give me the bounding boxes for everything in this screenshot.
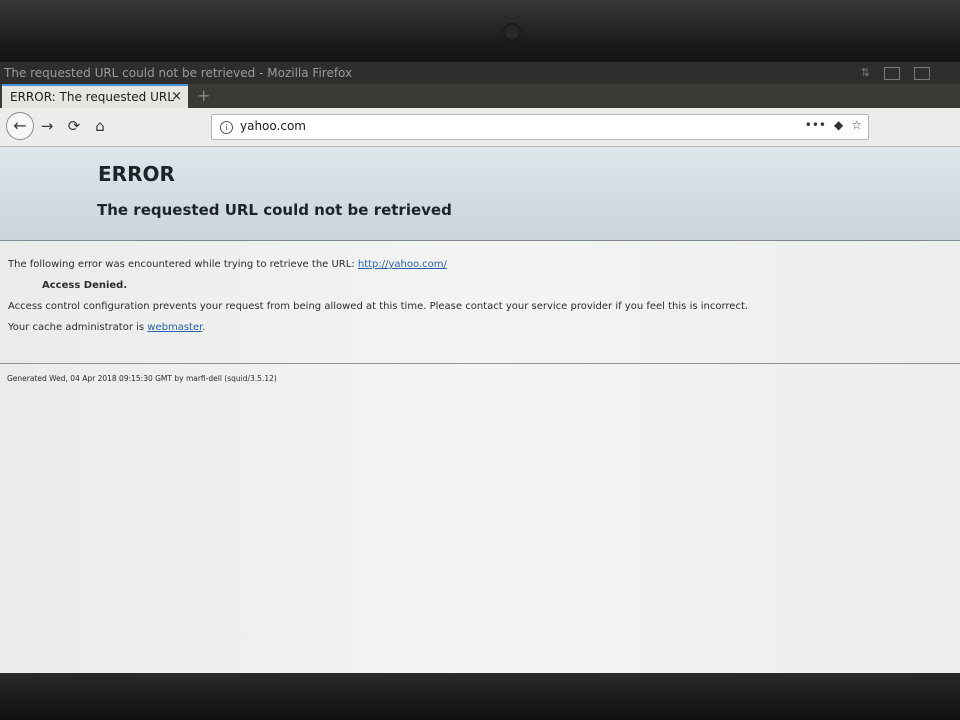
page-subtitle: The requested URL could not be retrieved: [97, 201, 452, 219]
tab-active[interactable]: ERROR: The requested URL ×: [2, 84, 188, 108]
error-description-text: The following error was encountered whil…: [8, 259, 358, 270]
requested-url-link[interactable]: http://yahoo.com/: [358, 259, 447, 270]
page-content: ERROR The requested URL could not be ret…: [0, 147, 960, 696]
system-tray: ⇅: [861, 62, 930, 84]
error-message-box: The following error was encountered whil…: [0, 243, 960, 364]
tab-strip: ERROR: The requested URL × +: [0, 84, 960, 108]
new-tab-button[interactable]: +: [197, 84, 210, 108]
navigation-toolbar: ← → ⟳ ⌂ i yahoo.com ••• ◆ ☆: [0, 108, 960, 147]
access-denied-label: Access Denied.: [42, 280, 128, 291]
url-text[interactable]: yahoo.com: [240, 119, 306, 133]
webcam-icon: [503, 23, 521, 41]
tab-title: ERROR: The requested URL: [10, 90, 174, 104]
monitor-bezel-top: [0, 0, 960, 62]
error-description: The following error was encountered whil…: [8, 259, 447, 270]
webmaster-link[interactable]: webmaster: [147, 322, 202, 333]
page-title: ERROR: [98, 162, 175, 186]
error-header: ERROR The requested URL could not be ret…: [0, 147, 960, 241]
reload-button[interactable]: ⟳: [62, 114, 86, 138]
keyboard-layout-icon[interactable]: [884, 67, 900, 80]
url-bar[interactable]: i yahoo.com ••• ◆ ☆: [211, 114, 869, 140]
window-titlebar: The requested URL could not be retrieved…: [0, 62, 960, 84]
cache-admin-line: Your cache administrator is webmaster.: [8, 322, 206, 333]
pocket-icon[interactable]: ◆: [834, 118, 843, 132]
window-title: The requested URL could not be retrieved…: [4, 66, 353, 80]
access-control-message: Access control configuration prevents yo…: [8, 301, 749, 312]
bookmark-star-icon[interactable]: ☆: [851, 118, 862, 132]
info-icon[interactable]: i: [220, 121, 233, 134]
monitor-bezel-bottom: [0, 673, 960, 720]
cache-admin-text: Your cache administrator is: [8, 322, 148, 333]
page-actions-icon[interactable]: •••: [805, 118, 826, 132]
generated-footer: Generated Wed, 04 Apr 2018 09:15:30 GMT …: [7, 374, 277, 383]
url-bar-actions: ••• ◆ ☆: [805, 118, 862, 132]
battery-icon[interactable]: [914, 67, 930, 80]
network-icon[interactable]: ⇅: [861, 62, 870, 84]
forward-button[interactable]: →: [35, 114, 59, 138]
tab-close-icon[interactable]: ×: [171, 86, 182, 108]
cache-admin-suffix: .: [202, 322, 206, 333]
home-button[interactable]: ⌂: [88, 114, 112, 138]
back-button[interactable]: ←: [6, 112, 34, 140]
